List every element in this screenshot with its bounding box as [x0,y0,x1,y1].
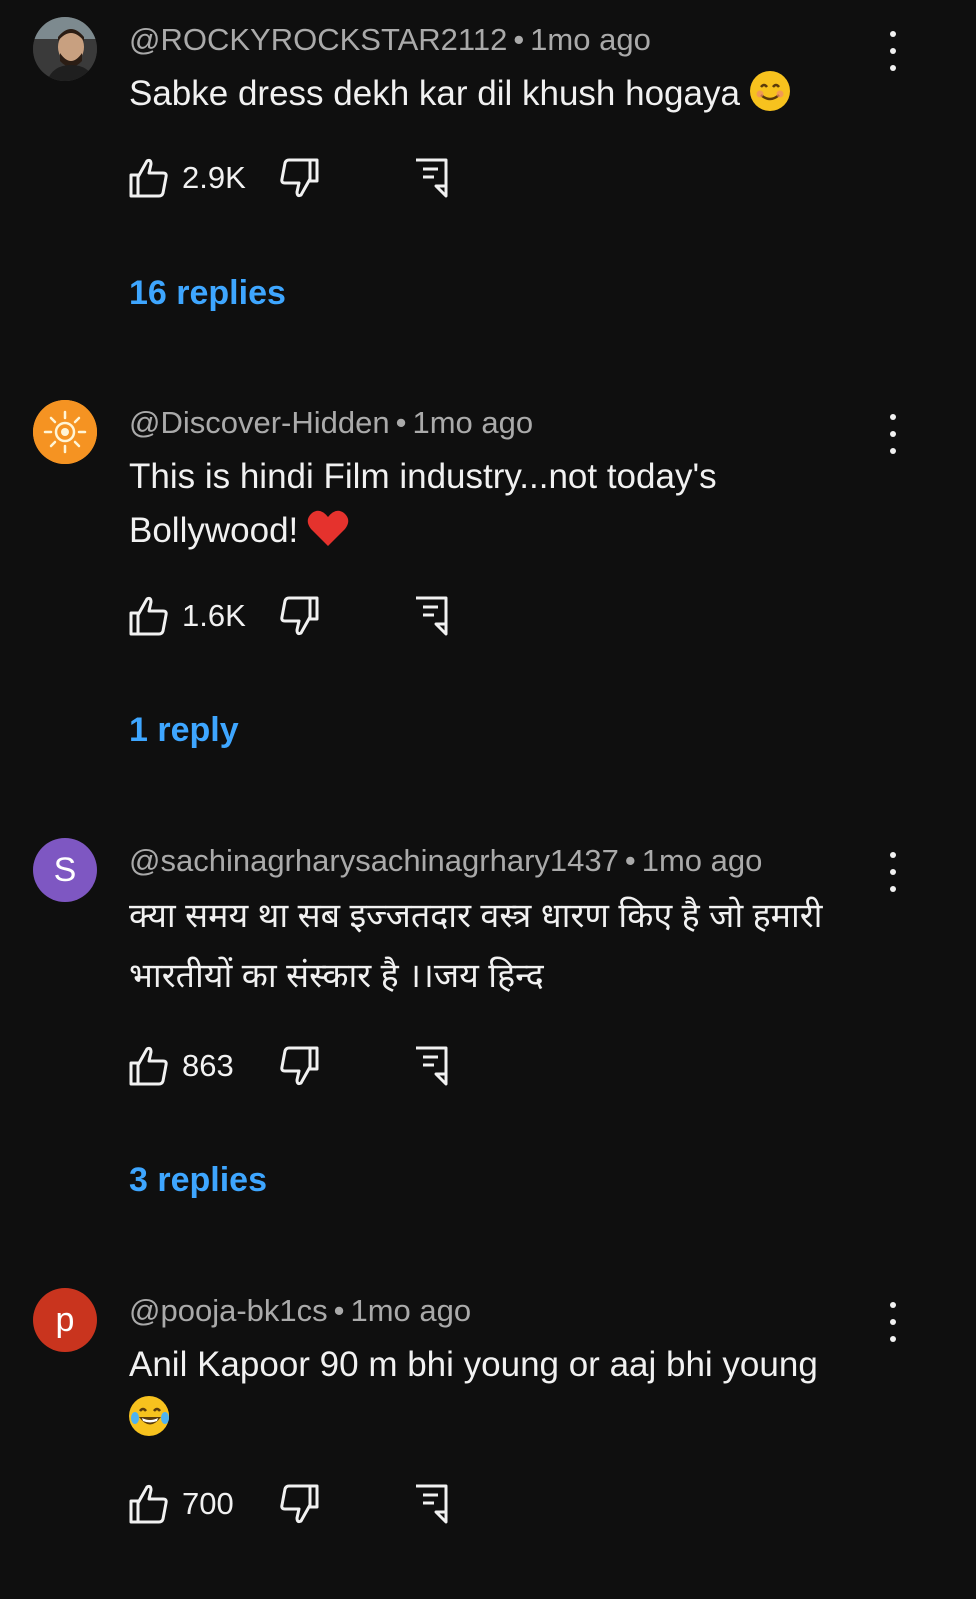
comment-author[interactable]: @Discover-Hidden [129,405,390,440]
reply-icon[interactable] [412,156,450,200]
like-count: 700 [182,1486,234,1521]
comment-meta: @Discover-Hidden • 1mo ago [129,405,533,441]
comment-time: 1mo ago [530,22,651,57]
more-options-icon[interactable] [884,1302,902,1342]
dislike-icon[interactable] [277,156,321,200]
comment-text-line: भारतीयों का संस्कार है ।।जय हिन्द [129,957,544,995]
like-icon[interactable] [127,1482,171,1526]
comment-meta: @pooja-bk1cs • 1mo ago [129,1293,471,1329]
meta-separator: • [333,1293,345,1328]
dislike-icon[interactable] [277,594,321,638]
avatar[interactable]: S [33,838,97,902]
meta-separator: • [513,22,525,57]
reply-icon[interactable] [412,1482,450,1526]
avatar[interactable] [33,17,97,81]
comment-author[interactable]: @pooja-bk1cs [129,1293,328,1328]
comment-actions: 2.9K [127,156,467,200]
comment-text: Anil Kapoor 90 m bhi young or aaj bhi yo… [129,1338,889,1446]
meta-separator: • [395,405,407,440]
comment-text: This is hindi Film industry...not today'… [129,450,889,558]
smiling-face-icon [749,71,790,111]
view-replies-button[interactable]: 16 replies [129,274,286,313]
reply-icon[interactable] [412,1044,450,1088]
comment-time: 1mo ago [412,405,534,440]
comment-time: 1mo ago [350,1293,472,1328]
comment-author[interactable]: @sachinagrharysachinagrhary1437 [129,843,619,878]
dislike-icon[interactable] [277,1482,321,1526]
face-with-tears-of-joy-icon [129,1396,169,1436]
comment-text: क्या समय था सब इज्जतदार वस्त्र धारण किए … [129,886,889,1006]
like-icon[interactable] [127,156,171,200]
avatar-photo-icon [33,17,97,81]
avatar-letter: p [55,1300,75,1339]
view-replies-button[interactable]: 1 reply [129,711,239,750]
avatar[interactable]: p [33,1288,97,1352]
comment-text-line: Anil Kapoor 90 m bhi young or aaj bhi yo… [129,1345,818,1384]
comment-text-line: This is hindi Film industry...not today'… [129,457,717,496]
red-heart-icon [306,508,349,548]
comment-time: 1mo ago [641,843,763,878]
like-icon[interactable] [127,1044,171,1088]
comment-actions: 700 [127,1482,467,1526]
comment-text-line: Sabke dress dekh kar dil khush hogaya [129,74,740,113]
comment-actions: 863 [127,1044,467,1088]
reply-icon[interactable] [412,594,450,638]
comment-text-line: क्या समय था सब इज्जतदार वस्त्र धारण किए … [129,897,823,935]
comment-actions: 1.6K [127,594,467,638]
like-icon[interactable] [127,594,171,638]
comment-text: Sabke dress dekh kar dil khush hogaya [129,67,889,121]
like-count: 863 [182,1048,234,1083]
comment-meta: @sachinagrharysachinagrhary1437 • 1mo ago [129,843,762,879]
meta-separator: • [624,843,636,878]
like-count: 1.6K [182,598,246,633]
comment-text-line: Bollywood! [129,511,299,550]
view-replies-button[interactable]: 3 replies [129,1161,267,1200]
sun-logo-icon [33,400,97,464]
like-count: 2.9K [182,160,246,195]
comment-meta: @ROCKYROCKSTAR2112 • 1mo ago [129,22,651,58]
more-options-icon[interactable] [884,31,902,71]
avatar[interactable] [33,400,97,464]
comment-author[interactable]: @ROCKYROCKSTAR2112 [129,22,507,57]
more-options-icon[interactable] [884,414,902,454]
dislike-icon[interactable] [277,1044,321,1088]
avatar-letter: S [53,850,77,889]
